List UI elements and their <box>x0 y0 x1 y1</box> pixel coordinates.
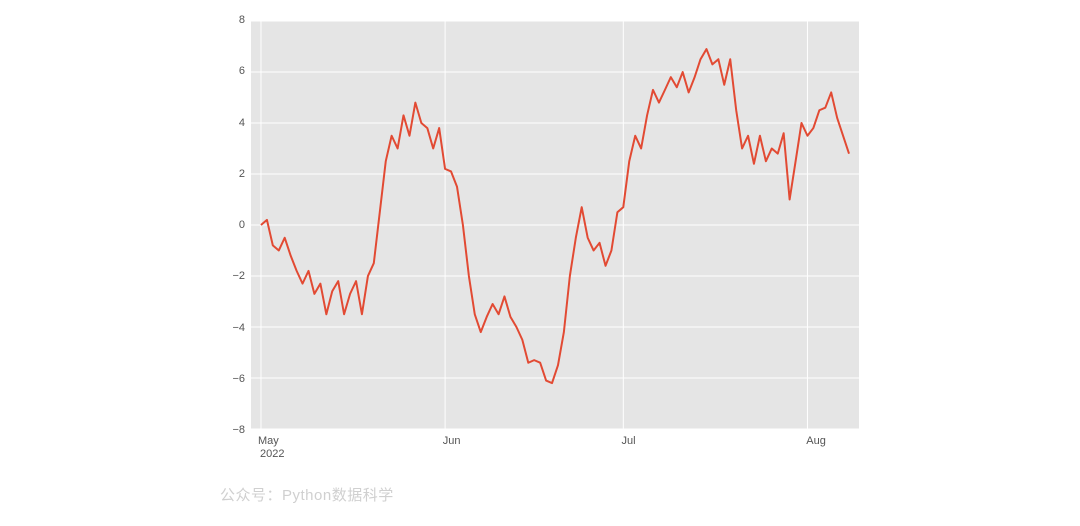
line-chart: −8−6−4−202468 May2022JunJulAug <box>220 20 860 450</box>
x-year-label: 2022 <box>260 448 284 460</box>
watermark-text: 公众号：Python数据科学 <box>220 484 394 505</box>
x-tick-label: Aug <box>806 435 826 447</box>
y-tick-label: −4 <box>205 322 245 334</box>
y-tick-label: 0 <box>205 219 245 231</box>
y-tick-label: −2 <box>205 270 245 282</box>
chart-svg <box>251 21 859 429</box>
x-tick-label: Jun <box>443 435 461 447</box>
y-tick-label: 4 <box>205 117 245 129</box>
y-tick-label: −6 <box>205 373 245 385</box>
y-tick-label: 6 <box>205 65 245 77</box>
plot-area <box>250 20 860 430</box>
x-tick-label: May <box>258 435 279 447</box>
x-tick-label: Jul <box>622 435 636 447</box>
y-tick-label: 2 <box>205 168 245 180</box>
y-tick-label: 8 <box>205 14 245 26</box>
y-tick-label: −8 <box>205 424 245 436</box>
data-line <box>261 49 849 383</box>
